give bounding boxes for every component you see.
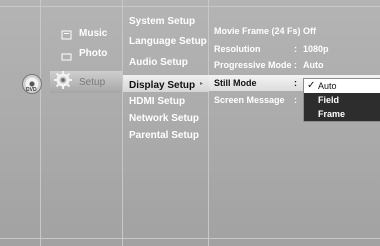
divider (0, 6, 380, 7)
divider (0, 238, 380, 239)
still-mode-option-label: Auto (318, 81, 337, 91)
setting-value-separator: : (294, 95, 297, 105)
divider (40, 0, 41, 246)
divider (122, 0, 123, 246)
setting-value-separator: : (294, 26, 297, 36)
setting-label-still-mode: Still Mode (214, 78, 257, 88)
still-mode-option-label: Frame (318, 109, 346, 119)
setting-value-separator: : (294, 60, 297, 70)
setting-value-separator: : (294, 78, 297, 88)
setting-label-movie-frame: Movie Frame (24 Fs) (214, 26, 301, 36)
menu-item-setup-label: Setup (79, 77, 106, 88)
still-mode-option-frame[interactable]: Frame (304, 107, 380, 121)
setting-value-movie-frame[interactable]: Off (303, 26, 316, 36)
setting-label-resolution: Resolution (214, 44, 261, 54)
menu-item-hdmi-setup[interactable]: HDMI Setup (129, 96, 185, 107)
menu-item-photo[interactable]: Photo (79, 48, 107, 59)
photo-icon (61, 53, 72, 61)
setting-value-separator: : (294, 44, 297, 54)
still-mode-dropdown[interactable]: ✓ Auto Field Frame (303, 78, 380, 122)
setting-label-screen-message: Screen Message (214, 95, 285, 105)
still-mode-option-label: Field (318, 95, 340, 105)
chevron-right-icon: ▸ (200, 81, 204, 87)
menu-item-system-setup[interactable]: System Setup (129, 16, 195, 27)
menu-item-display-setup[interactable]: Display Setup (129, 80, 195, 91)
menu-item-network-setup[interactable]: Network Setup (129, 113, 199, 124)
setting-value-progressive-mode[interactable]: Auto (303, 60, 324, 70)
menu-item-language-setup[interactable]: Language Setup (129, 36, 207, 47)
checkmark-icon: ✓ (307, 80, 316, 91)
menu-item-audio-setup[interactable]: Audio Setup (129, 57, 188, 68)
settings-screen: DVD Music Photo Setup System Setup Langu… (0, 0, 380, 246)
still-mode-option-auto[interactable]: ✓ Auto (304, 79, 380, 93)
dvd-label: DVD (26, 87, 37, 93)
music-note-icon (61, 30, 72, 40)
gear-icon (54, 71, 72, 89)
still-mode-option-field[interactable]: Field (304, 93, 380, 107)
setting-label-progressive-mode: Progressive Mode (214, 60, 292, 70)
menu-item-parental-setup[interactable]: Parental Setup (129, 130, 199, 141)
setting-value-resolution[interactable]: 1080p (303, 44, 329, 54)
divider (208, 0, 209, 246)
menu-item-music[interactable]: Music (79, 28, 107, 39)
